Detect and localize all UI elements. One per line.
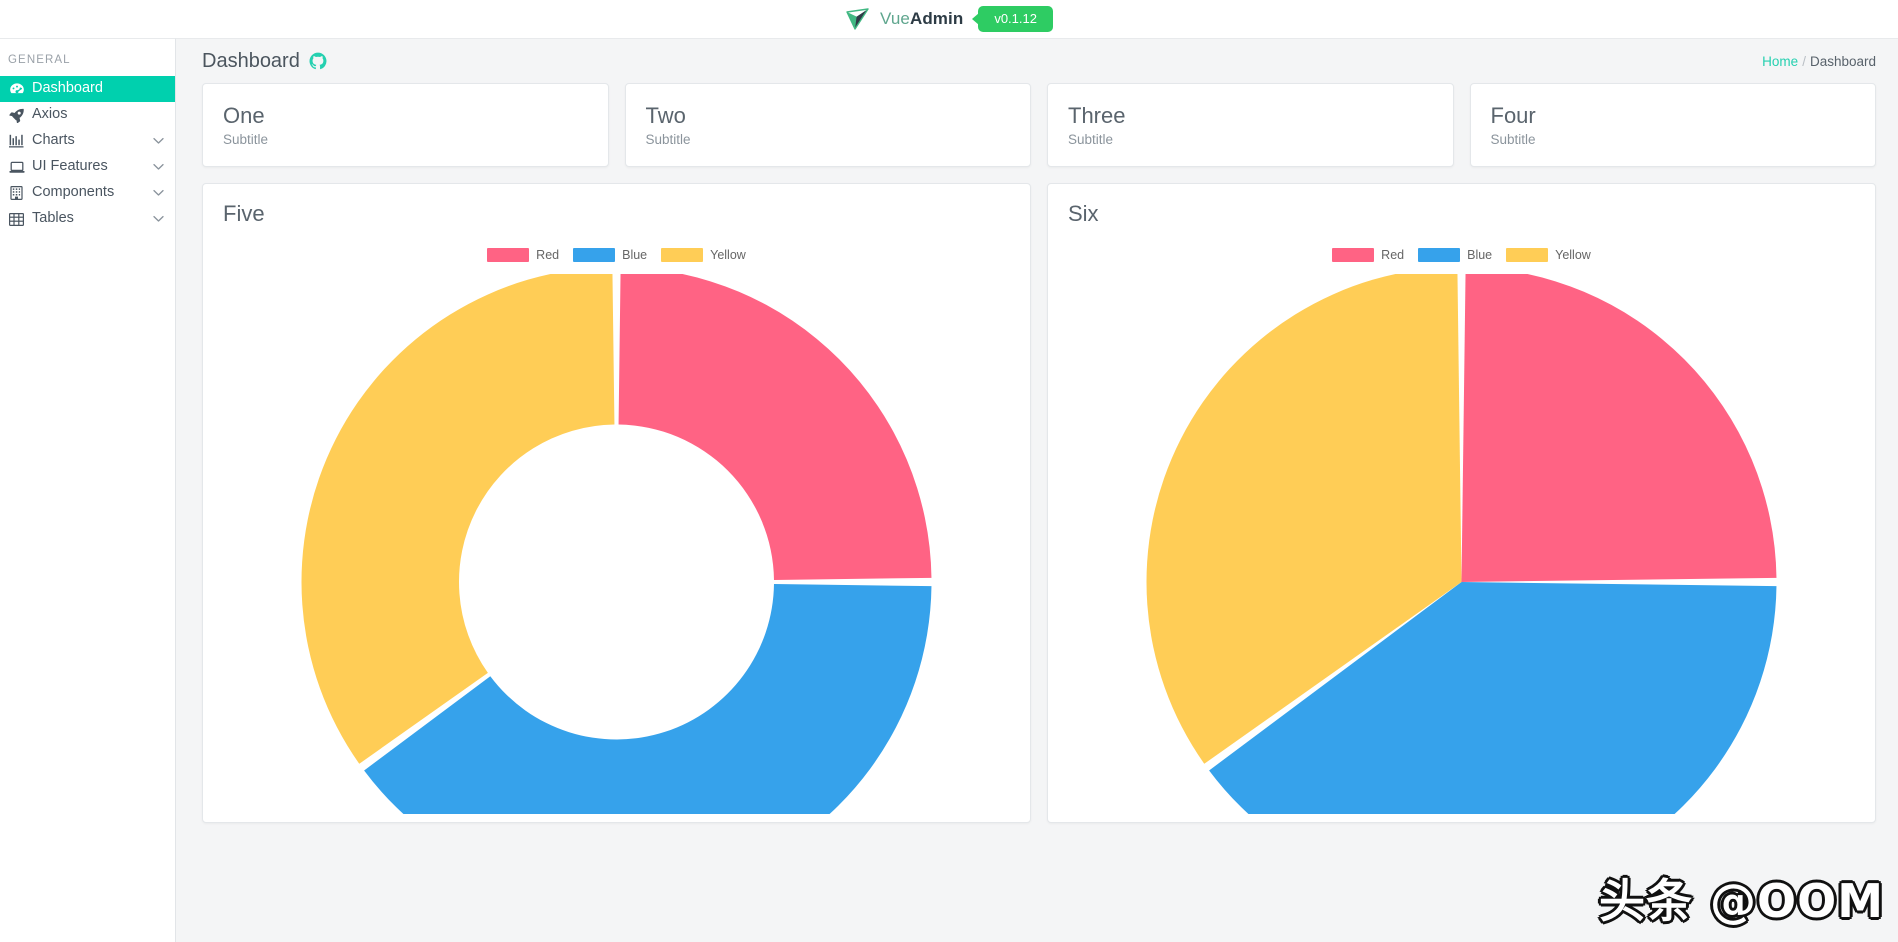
stat-card-subtitle: Subtitle — [1068, 132, 1114, 148]
sidebar-item-axios[interactable]: Axios — [0, 102, 175, 128]
pie-slice-yellow[interactable] — [301, 274, 615, 764]
page-header: Dashboard Home / Dashboard — [176, 39, 1898, 83]
stat-card-title: One — [223, 103, 265, 128]
stat-card-row: One Subtitle Two Subtitle Three Subtitle… — [176, 83, 1898, 167]
legend-label: Yellow — [1555, 247, 1591, 262]
legend-label: Red — [1381, 247, 1405, 262]
chart-legend: Red Blue Yellow — [1048, 247, 1875, 263]
page-header-left: Dashboard — [202, 51, 327, 71]
stat-card-subtitle: Subtitle — [1490, 132, 1536, 148]
github-icon[interactable] — [309, 52, 327, 70]
chart-legend: Red Blue Yellow — [203, 247, 1030, 263]
stat-card-subtitle: Subtitle — [645, 132, 691, 148]
stat-card-title: Three — [1068, 103, 1126, 128]
chart-card-five: Five Red Blue Yellow — [202, 183, 1031, 823]
brand-name: VueAdmin — [880, 9, 963, 29]
legend-swatch-red — [1332, 248, 1375, 263]
legend-label: Blue — [1467, 247, 1493, 262]
sidebar-item-components[interactable]: Components — [0, 180, 175, 206]
legend-item-blue[interactable]: Blue — [1418, 247, 1493, 263]
chevron-down-icon[interactable] — [153, 188, 164, 199]
legend-item-yellow[interactable]: Yellow — [1506, 247, 1591, 263]
chart-card-title: Six — [1068, 201, 1099, 226]
stat-card-three[interactable]: Three Subtitle — [1047, 83, 1454, 167]
legend-label: Red — [536, 247, 560, 262]
building-icon — [8, 186, 25, 201]
breadcrumb-home-link[interactable]: Home — [1762, 54, 1798, 69]
chart-card-six: Six Red Blue Yellow — [1047, 183, 1876, 823]
breadcrumb-separator: / — [1802, 53, 1806, 69]
app-header: VueAdmin v0.1.12 — [0, 0, 1898, 38]
main-content: Dashboard Home / Dashboard One Subtitle Tw… — [176, 38, 1898, 942]
rocket-icon — [8, 108, 25, 123]
stat-card-four[interactable]: Four Subtitle — [1469, 83, 1876, 167]
legend-swatch-yellow — [661, 248, 704, 263]
doughnut-chart-canvas[interactable] — [203, 274, 1030, 815]
stat-card-two[interactable]: Two Subtitle — [624, 83, 1031, 167]
sidebar-item-label: Charts — [32, 132, 75, 149]
chart-card-title: Five — [223, 201, 265, 226]
brand-name-prefix: Vue — [880, 9, 910, 28]
pie-slice-red[interactable] — [1461, 274, 1777, 583]
legend-label: Yellow — [710, 247, 746, 262]
breadcrumb: Home / Dashboard — [1762, 54, 1876, 69]
legend-item-yellow[interactable]: Yellow — [661, 247, 746, 263]
legend-item-red[interactable]: Red — [1332, 247, 1405, 263]
vue-paper-plane-logo-icon — [845, 6, 871, 32]
chevron-down-icon[interactable] — [153, 214, 164, 225]
legend-swatch-yellow — [1506, 248, 1549, 263]
sidebar-item-ui-features[interactable]: UI Features — [0, 154, 175, 180]
sidebar-section-heading: GENERAL — [8, 54, 71, 66]
stat-card-title: Four — [1490, 103, 1536, 128]
legend-label: Blue — [622, 247, 648, 262]
sidebar: GENERAL Dashboard Axios Charts UI Featur… — [0, 38, 176, 942]
page-title: Dashboard — [202, 50, 300, 72]
pie-slice-red[interactable] — [618, 274, 932, 581]
laptop-icon — [8, 160, 25, 175]
legend-item-red[interactable]: Red — [487, 247, 560, 263]
chevron-down-icon[interactable] — [153, 136, 164, 147]
legend-swatch-blue — [1418, 248, 1461, 263]
breadcrumb-current: Dashboard — [1809, 53, 1876, 69]
sidebar-item-label: Components — [32, 184, 115, 201]
legend-swatch-red — [487, 248, 530, 263]
brand-name-suffix: Admin — [909, 9, 964, 28]
chart-card-row: Five Red Blue Yellow Six Red Blue Yellow — [176, 167, 1898, 823]
sidebar-item-tables[interactable]: Tables — [0, 206, 175, 232]
sidebar-item-label: Dashboard — [32, 80, 103, 97]
chevron-down-icon[interactable] — [153, 162, 164, 173]
stat-card-one[interactable]: One Subtitle — [202, 83, 609, 167]
bar-chart-icon — [8, 134, 25, 149]
sidebar-item-dashboard[interactable]: Dashboard — [0, 76, 175, 102]
legend-swatch-blue — [573, 248, 616, 263]
version-badge: v0.1.12 — [972, 6, 1053, 32]
stat-card-subtitle: Subtitle — [223, 132, 269, 148]
table-grid-icon — [8, 212, 25, 227]
sidebar-item-charts[interactable]: Charts — [0, 128, 175, 154]
speedometer-icon — [8, 82, 25, 97]
pie-chart-canvas[interactable] — [1048, 274, 1875, 815]
brand[interactable]: VueAdmin v0.1.12 — [845, 0, 1053, 38]
watermark: 头条 @OOM — [1599, 874, 1884, 928]
sidebar-item-label: Axios — [32, 106, 68, 123]
legend-item-blue[interactable]: Blue — [573, 247, 648, 263]
stat-card-title: Two — [645, 103, 686, 128]
sidebar-item-label: Tables — [32, 210, 74, 227]
sidebar-item-label: UI Features — [32, 158, 108, 175]
